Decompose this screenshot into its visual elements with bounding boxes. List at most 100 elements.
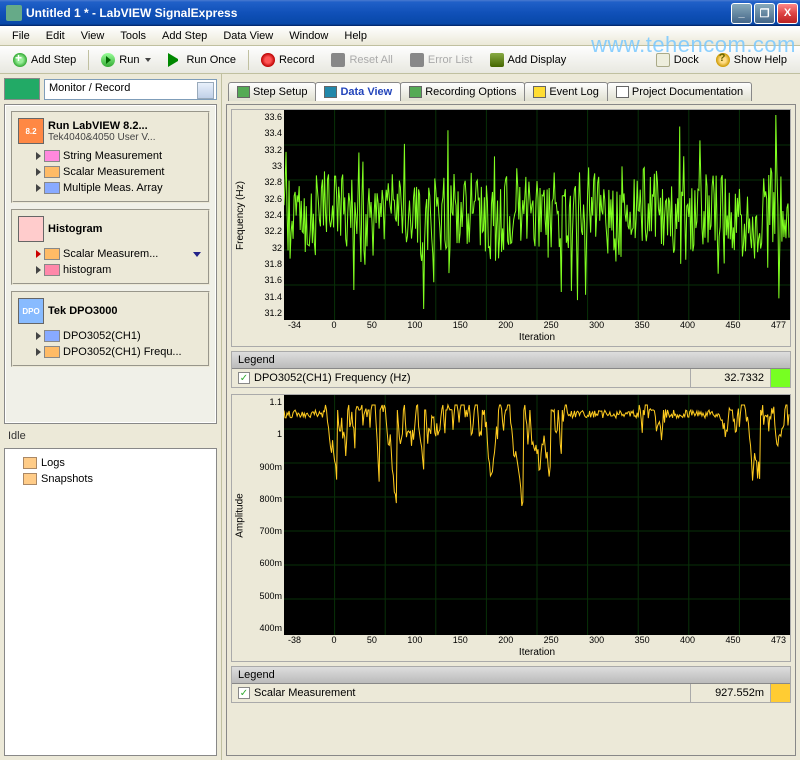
step-item-label: DPO3052(CH1): [63, 330, 141, 342]
maximize-button[interactable]: ❐: [754, 3, 775, 24]
legend-header: Legend: [232, 352, 790, 369]
display-icon: [490, 53, 504, 67]
legend-swatch: [770, 369, 790, 387]
logs-panel: Logs Snapshots: [4, 448, 217, 756]
tab-icon: [616, 86, 629, 98]
chart-plot[interactable]: [284, 395, 790, 635]
add-display-button[interactable]: Add Display: [483, 49, 574, 71]
tab-project-documentation[interactable]: Project Documentation: [607, 82, 752, 101]
toolbar: Add Step Run Run Once Record Reset All E…: [0, 46, 800, 74]
tab-data-view[interactable]: Data View: [315, 82, 401, 101]
snapshots-folder[interactable]: Snapshots: [11, 471, 210, 487]
step-block: Histogram Scalar Measurem... histogram: [11, 209, 210, 285]
x-axis-label: Iteration: [284, 332, 790, 343]
step-item[interactable]: String Measurement: [34, 148, 203, 164]
menu-add-step[interactable]: Add Step: [154, 28, 215, 44]
run-icon: [101, 53, 115, 67]
legend-checkbox[interactable]: ✓: [238, 687, 250, 699]
signal-icon: [44, 150, 60, 162]
signal-icon: [44, 166, 60, 178]
tab-recording-options[interactable]: Recording Options: [400, 82, 525, 101]
step-item[interactable]: DPO3052(CH1): [34, 328, 203, 344]
minimize-button[interactable]: _: [731, 3, 752, 24]
legend-checkbox[interactable]: ✓: [238, 372, 250, 384]
legend-header: Legend: [232, 667, 790, 684]
step-header[interactable]: 8.2 Run LabVIEW 8.2...Tek4040&4050 User …: [16, 116, 205, 146]
close-button[interactable]: X: [777, 3, 798, 24]
step-item[interactable]: Scalar Measurement: [34, 164, 203, 180]
legend-amplitude: Legend ✓Scalar Measurement 927.552m: [231, 666, 791, 703]
reset-all-button[interactable]: Reset All: [324, 49, 399, 71]
help-icon: [716, 53, 730, 67]
legend-value: 32.7332: [690, 369, 770, 387]
error-list-button[interactable]: Error List: [403, 49, 480, 71]
step-item[interactable]: DPO3052(CH1) Frequ...: [34, 344, 203, 360]
record-button[interactable]: Record: [254, 49, 321, 71]
y-axis-ticks: 1.11900m800m700m600m500m400m: [248, 395, 284, 635]
error-icon: [410, 53, 424, 67]
run-once-button[interactable]: Run Once: [161, 49, 243, 71]
separator: [248, 50, 249, 70]
step-item-label: Scalar Measurement: [63, 166, 165, 178]
menu-window[interactable]: Window: [281, 28, 336, 44]
x-axis-ticks: -34050100150200250300350400450477Iterati…: [284, 320, 790, 346]
y-axis-label: Frequency (Hz): [235, 181, 246, 250]
step-header[interactable]: Histogram: [16, 214, 205, 244]
chart-plot[interactable]: [284, 110, 790, 320]
signal-icon: [44, 330, 60, 342]
tab-event-log[interactable]: Event Log: [524, 82, 608, 101]
record-icon: [261, 53, 275, 67]
tri-icon: [36, 184, 41, 192]
chevron-down-icon: [145, 58, 151, 62]
tri-icon: [36, 250, 41, 258]
step-item-label: Scalar Measurem...: [63, 248, 158, 260]
tri-icon: [36, 168, 41, 176]
mode-select[interactable]: Monitor / Record: [44, 79, 217, 100]
plus-icon: [13, 53, 27, 67]
tab-icon: [237, 86, 250, 98]
signal-icon: [44, 346, 60, 358]
status-label: Idle: [4, 428, 217, 444]
show-help-button[interactable]: Show Help: [709, 49, 794, 71]
app-icon: [6, 5, 22, 21]
titlebar: Untitled 1 * - LabVIEW SignalExpress _ ❐…: [0, 0, 800, 26]
run-button[interactable]: Run: [94, 49, 158, 71]
project-tree: 8.2 Run LabVIEW 8.2...Tek4040&4050 User …: [4, 104, 217, 424]
step-item[interactable]: Scalar Measurem...: [34, 246, 203, 262]
step-header[interactable]: DPO Tek DPO3000: [16, 296, 205, 326]
tab-step-setup[interactable]: Step Setup: [228, 82, 316, 101]
legend-value: 927.552m: [690, 684, 770, 702]
menu-view[interactable]: View: [73, 28, 113, 44]
step-block: 8.2 Run LabVIEW 8.2...Tek4040&4050 User …: [11, 111, 210, 203]
data-view: Frequency (Hz) 33.633.433.23332.832.632.…: [226, 104, 796, 756]
step-item-label: Multiple Meas. Array: [63, 182, 163, 194]
tab-icon: [409, 86, 422, 98]
dock-button[interactable]: Dock: [649, 49, 706, 71]
logs-folder[interactable]: Logs: [11, 455, 210, 471]
chevron-down-icon[interactable]: [193, 252, 201, 257]
x-axis-ticks: -38050100150200250300350400450473Iterati…: [284, 635, 790, 661]
step-item-label: String Measurement: [63, 150, 162, 162]
y-axis-label: Amplitude: [235, 493, 246, 537]
menubar: File Edit View Tools Add Step Data View …: [0, 26, 800, 46]
step-icon: DPO: [18, 298, 44, 324]
add-step-button[interactable]: Add Step: [6, 49, 83, 71]
folder-icon: [23, 457, 37, 469]
tab-icon: [533, 86, 546, 98]
view-tabs: Step SetupData ViewRecording OptionsEven…: [226, 78, 796, 101]
y-axis-ticks: 33.633.433.23332.832.632.432.23231.831.6…: [248, 110, 284, 320]
step-item[interactable]: Multiple Meas. Array: [34, 180, 203, 196]
step-item-label: histogram: [63, 264, 111, 276]
menu-data-view[interactable]: Data View: [215, 28, 281, 44]
play-icon: [168, 53, 182, 67]
x-axis-label: Iteration: [284, 647, 790, 658]
menu-help[interactable]: Help: [336, 28, 375, 44]
menu-file[interactable]: File: [4, 28, 38, 44]
menu-edit[interactable]: Edit: [38, 28, 73, 44]
step-icon: [18, 216, 44, 242]
menu-tools[interactable]: Tools: [112, 28, 154, 44]
tri-icon: [36, 266, 41, 274]
tri-icon: [36, 152, 41, 160]
step-item[interactable]: histogram: [34, 262, 203, 278]
separator: [88, 50, 89, 70]
